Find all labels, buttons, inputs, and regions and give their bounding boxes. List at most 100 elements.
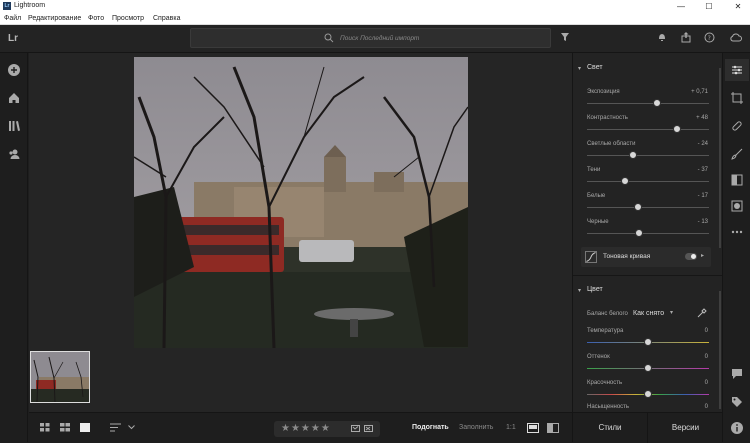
slider-label: Черные	[587, 219, 609, 225]
white-balance-select[interactable]: Как снято	[633, 310, 664, 317]
tone-curve-toggle[interactable]	[685, 253, 697, 260]
share-icon[interactable]	[681, 32, 691, 43]
slider-label: Тени	[587, 167, 601, 173]
title-bar: Lr Lightroom — ☐ ✕	[0, 0, 750, 13]
linear-gradient-icon[interactable]	[730, 173, 744, 187]
white-balance-chevron-down-icon[interactable]: ▾	[670, 309, 673, 316]
slider-label: Контрастность	[587, 115, 628, 121]
tint-slider-track[interactable]	[587, 364, 709, 372]
flag-pick-icon[interactable]	[351, 425, 360, 433]
slider-knob[interactable]	[644, 364, 652, 372]
one-to-one-button[interactable]: 1:1	[506, 424, 516, 431]
thumbnail-image	[31, 352, 89, 402]
sort-chevron-down-icon[interactable]	[128, 425, 135, 430]
slider-knob[interactable]	[673, 125, 682, 133]
filmstrip-thumbnail[interactable]	[30, 351, 90, 403]
home-icon[interactable]	[7, 91, 21, 105]
brand-label: Lr	[8, 33, 18, 44]
highlights-slider-track[interactable]	[587, 151, 709, 159]
slider-value[interactable]: - 17	[698, 193, 708, 199]
panel-scrollbar[interactable]	[719, 68, 721, 248]
slider-value[interactable]: - 37	[698, 167, 708, 173]
menu-help[interactable]: Справка	[153, 15, 180, 22]
main-photo[interactable]	[134, 57, 468, 348]
info-icon[interactable]	[730, 421, 744, 435]
slider-label: Красочность	[587, 380, 623, 386]
notification-bell-icon[interactable]	[657, 32, 667, 42]
radial-gradient-icon[interactable]	[730, 199, 744, 213]
comment-icon[interactable]	[730, 367, 744, 381]
eyedropper-icon[interactable]	[697, 308, 707, 318]
compare-view-icon[interactable]	[527, 423, 539, 433]
blacks-slider-track[interactable]	[587, 229, 709, 237]
more-icon[interactable]	[730, 225, 744, 239]
detail-view-icon[interactable]	[80, 423, 90, 432]
menu-view[interactable]: Просмотр	[112, 15, 144, 22]
menu-file[interactable]: Файл	[4, 15, 21, 22]
edit-sliders-icon[interactable]	[730, 63, 744, 77]
slider-value[interactable]: + 48	[696, 115, 708, 121]
star-rating-icons[interactable]: ★★★★★	[281, 423, 331, 434]
slider-value[interactable]: 0	[705, 328, 708, 334]
brush-icon[interactable]	[730, 147, 744, 161]
fit-button[interactable]: Подогнать	[412, 424, 449, 431]
tone-curve-chevron-icon[interactable]: ▸	[701, 252, 704, 259]
slider-knob[interactable]	[644, 338, 652, 346]
slider-value[interactable]: 0	[705, 380, 708, 386]
flag-reject-icon[interactable]	[364, 425, 373, 433]
svg-text:?: ?	[708, 35, 711, 42]
slider-knob[interactable]	[652, 99, 661, 107]
people-icon[interactable]	[7, 147, 21, 161]
menu-photo[interactable]: Фото	[88, 15, 104, 22]
library-icon[interactable]	[7, 119, 21, 133]
contrast-slider-track[interactable]	[587, 125, 709, 133]
vibrance-slider-track[interactable]	[587, 390, 709, 398]
maximize-button[interactable]: ☐	[703, 1, 715, 12]
slider-knob[interactable]	[634, 203, 643, 211]
slider-value[interactable]: 0	[705, 354, 708, 360]
slider-value[interactable]: - 24	[698, 141, 708, 147]
healing-icon[interactable]	[730, 119, 744, 133]
shadows-slider-track[interactable]	[587, 177, 709, 185]
slider-knob[interactable]	[620, 177, 629, 185]
square-grid-icon[interactable]	[40, 423, 50, 432]
light-section-title[interactable]: Свет	[587, 64, 603, 71]
tone-curve-icon	[585, 251, 597, 263]
close-button[interactable]: ✕	[732, 1, 744, 12]
filter-icon[interactable]	[560, 32, 570, 42]
before-after-icon[interactable]	[547, 423, 559, 433]
versions-button[interactable]: Версии	[648, 413, 723, 443]
presets-button[interactable]: Стили	[573, 413, 648, 443]
minimize-button[interactable]: —	[675, 1, 687, 12]
help-icon[interactable]: ?	[704, 32, 715, 43]
slider-value[interactable]: + 0,71	[691, 89, 708, 95]
color-section-chevron-icon[interactable]: ▾	[578, 287, 581, 294]
slider-value[interactable]: 0	[705, 404, 708, 410]
left-rail	[0, 53, 28, 442]
search-icon	[324, 33, 334, 43]
fill-button[interactable]: Заполнить	[459, 424, 493, 431]
slider-label: Температура	[587, 328, 624, 334]
slider-knob[interactable]	[644, 390, 652, 398]
cloud-sync-icon[interactable]	[730, 32, 742, 42]
panel-scrollbar[interactable]	[719, 291, 721, 409]
slider-label: Насыщенность	[587, 404, 630, 410]
sort-icon[interactable]	[110, 423, 122, 432]
tone-curve-row[interactable]: Тоновая кривая ▸	[581, 247, 711, 267]
slider-knob[interactable]	[635, 229, 644, 237]
photo-grid-icon[interactable]	[60, 423, 70, 432]
search-input[interactable]: Поиск Последний импорт	[190, 28, 551, 48]
section-divider	[573, 275, 723, 276]
temperature-slider-track[interactable]	[587, 338, 709, 346]
add-photos-icon[interactable]	[7, 63, 21, 77]
tag-icon[interactable]	[730, 395, 744, 409]
slider-knob[interactable]	[629, 151, 638, 159]
light-section-chevron-icon[interactable]: ▾	[578, 65, 581, 72]
menu-edit[interactable]: Редактирование	[28, 15, 81, 22]
exposure-slider-track[interactable]	[587, 99, 709, 107]
slider-value[interactable]: - 13	[698, 219, 708, 225]
color-section-title[interactable]: Цвет	[587, 286, 603, 293]
slider-label: Светлые области	[587, 141, 636, 147]
crop-icon[interactable]	[730, 91, 744, 105]
whites-slider-track[interactable]	[587, 203, 709, 211]
